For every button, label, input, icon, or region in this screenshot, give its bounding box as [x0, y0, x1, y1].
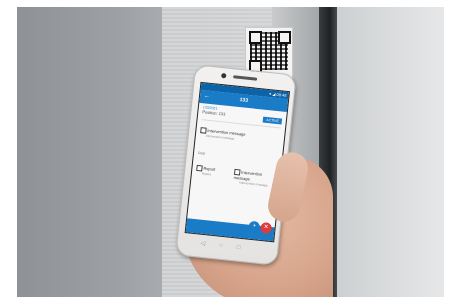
qr-finder-top-left [249, 31, 262, 44]
section-label: Rest [197, 150, 206, 156]
recents-key-icon[interactable]: □ [236, 245, 254, 253]
home-key-icon[interactable]: ○ [219, 243, 237, 251]
right-wall [337, 7, 444, 297]
option-intervention-message[interactable]: Intervention message Intervention messag… [200, 127, 261, 144]
status-chip[interactable]: ACTIVE [262, 116, 283, 125]
photo-scene: ▾ ◢ 08:48 ← 133 133/2021 Position: 133 A… [17, 7, 444, 297]
back-key-icon[interactable]: ◁ [200, 241, 219, 249]
qr-finder-top-right [278, 31, 291, 44]
front-camera [221, 72, 227, 79]
option-report[interactable]: Report Report [196, 164, 231, 179]
earpiece [233, 75, 258, 81]
option-sublabel: Report [201, 171, 212, 177]
position-label: Position: 133 [202, 109, 226, 117]
